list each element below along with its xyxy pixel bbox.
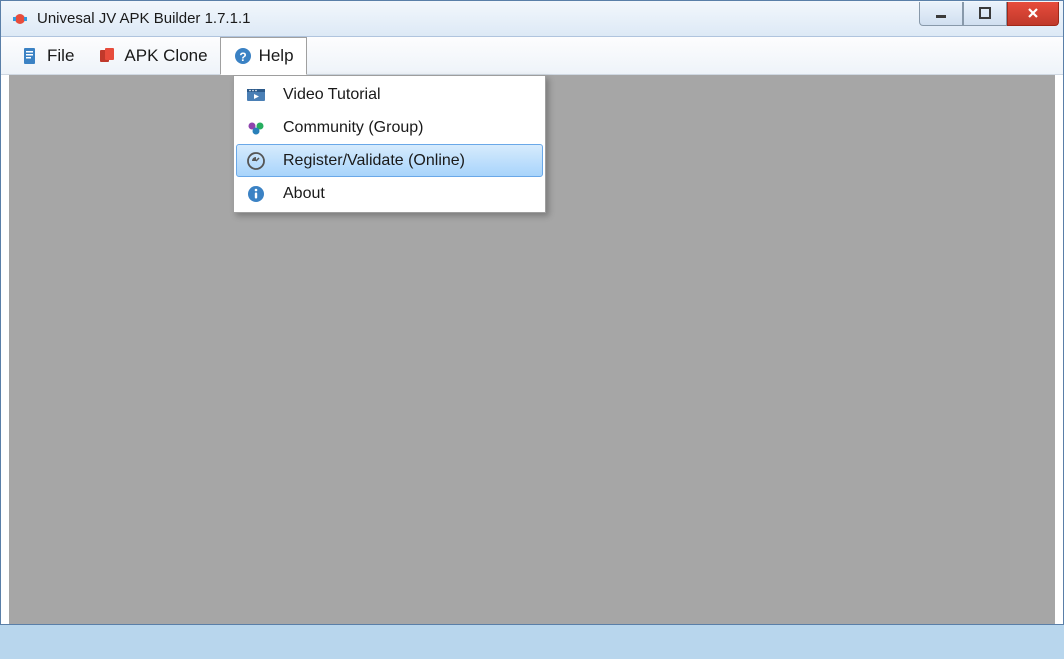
menu-item-label: About: [283, 185, 325, 203]
menu-file[interactable]: File: [9, 37, 86, 74]
menu-item-community[interactable]: Community (Group): [236, 111, 543, 144]
titlebar[interactable]: Univesal JV APK Builder 1.7.1.1: [1, 1, 1063, 37]
svg-text:?: ?: [239, 50, 246, 64]
close-button[interactable]: [1007, 2, 1059, 26]
menu-apk-clone[interactable]: APK Clone: [86, 37, 219, 74]
register-icon: [245, 150, 267, 172]
apk-clone-icon: [98, 46, 118, 66]
minimize-button[interactable]: [919, 2, 963, 26]
about-icon: [245, 183, 267, 205]
help-dropdown: Video Tutorial Community (Group) Registe…: [233, 75, 546, 213]
menu-item-label: Community (Group): [283, 119, 423, 137]
menu-item-label: Video Tutorial: [283, 86, 381, 104]
menubar: File APK Clone ? Help: [1, 37, 1063, 75]
menu-file-label: File: [47, 46, 74, 66]
menu-help[interactable]: ? Help: [220, 37, 307, 75]
help-icon: ?: [233, 46, 253, 66]
window-controls: [919, 2, 1059, 30]
menu-item-label: Register/Validate (Online): [283, 152, 465, 170]
app-icon: [11, 10, 29, 28]
menu-item-video-tutorial[interactable]: Video Tutorial: [236, 78, 543, 111]
maximize-button[interactable]: [963, 2, 1007, 26]
menu-item-register[interactable]: Register/Validate (Online): [236, 144, 543, 177]
menu-apk-clone-label: APK Clone: [124, 46, 207, 66]
community-icon: [245, 117, 267, 139]
video-icon: [245, 84, 267, 106]
app-window: Univesal JV APK Builder 1.7.1.1 File APK: [0, 0, 1064, 625]
menu-item-about[interactable]: About: [236, 177, 543, 210]
file-icon: [21, 46, 41, 66]
menu-help-label: Help: [259, 46, 294, 66]
window-title: Univesal JV APK Builder 1.7.1.1: [37, 10, 919, 27]
